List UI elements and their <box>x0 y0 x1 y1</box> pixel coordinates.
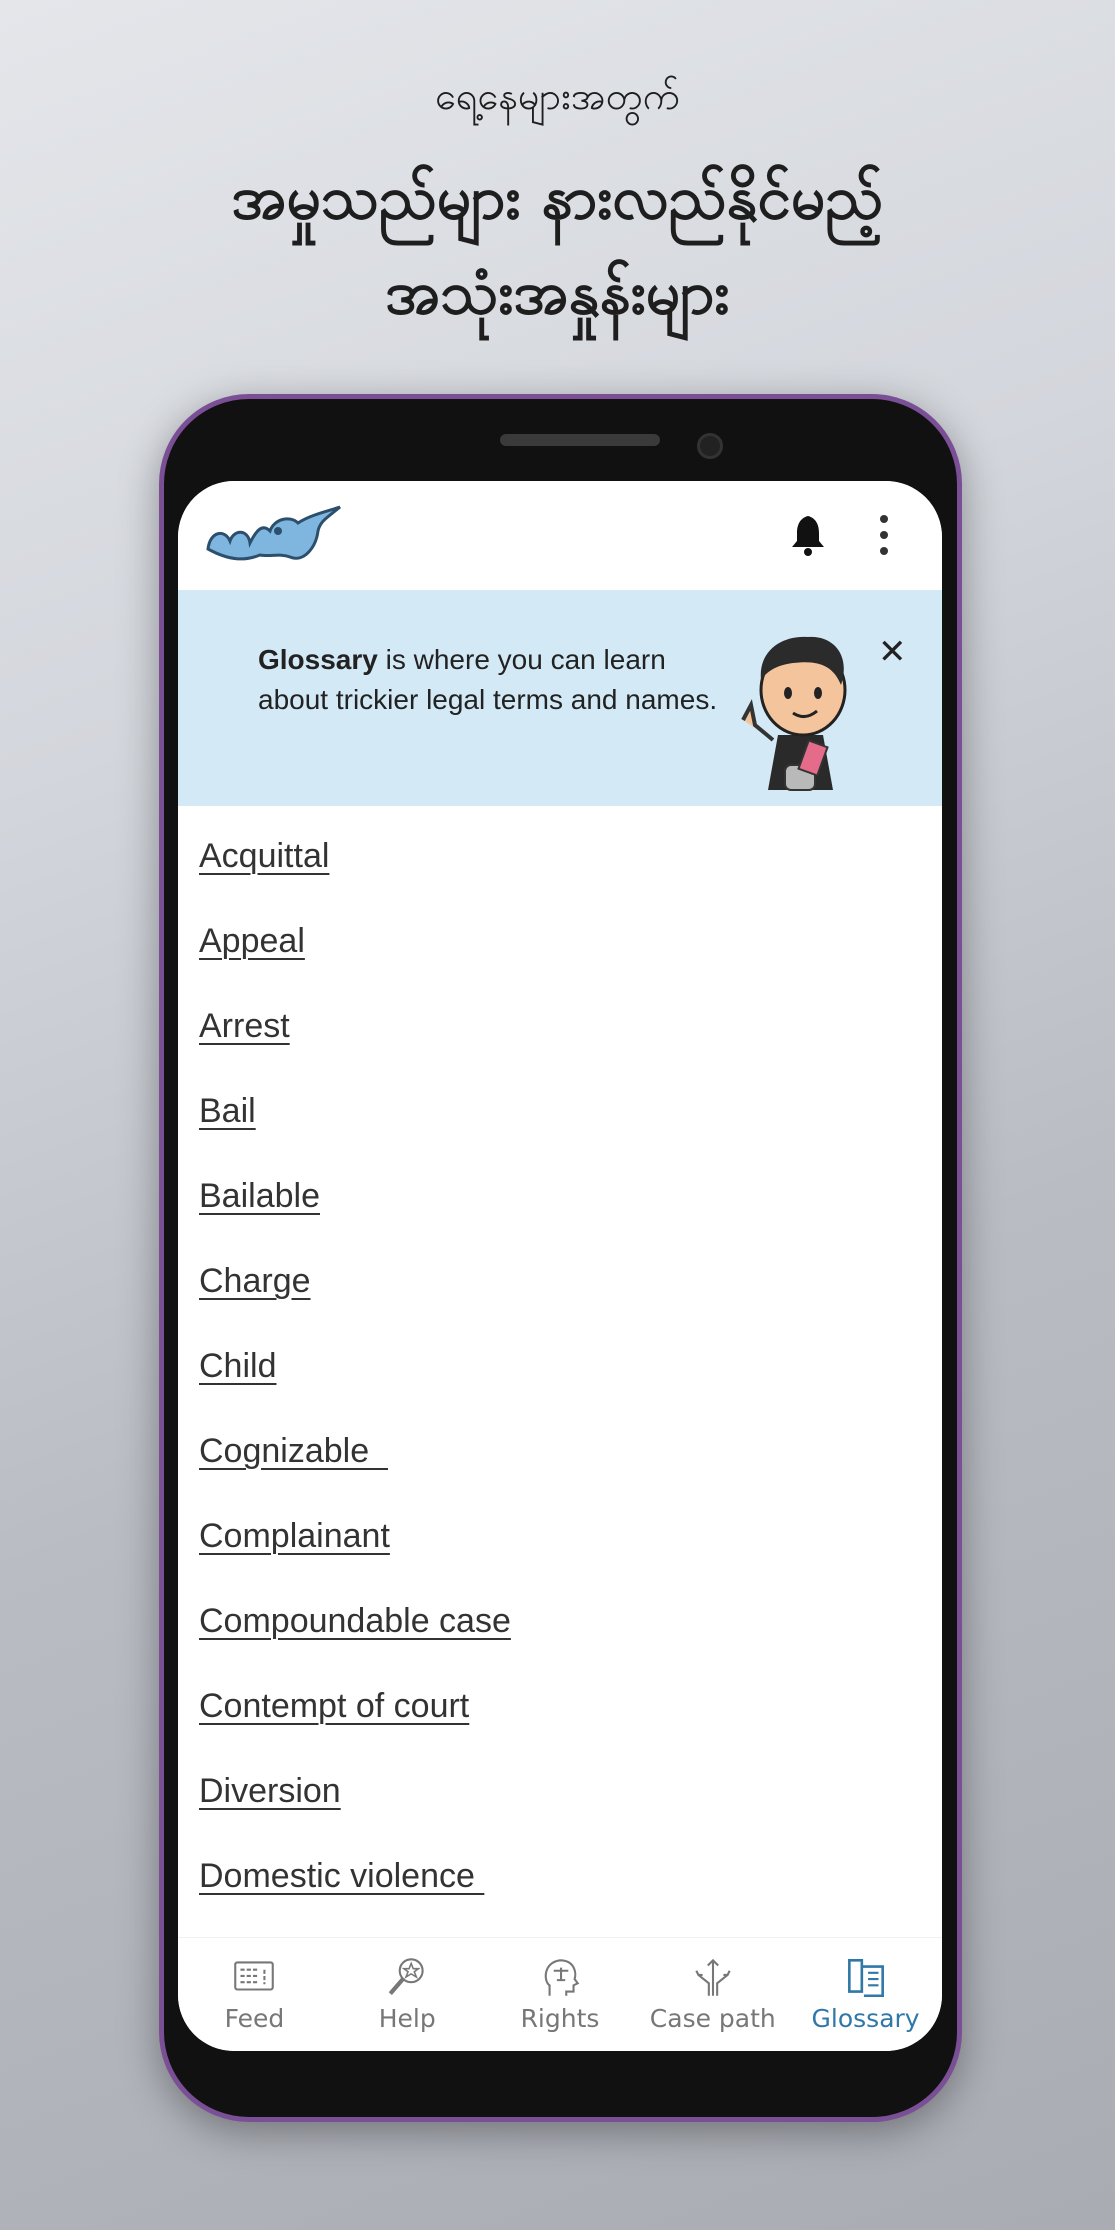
nav-tab-label: Rights <box>520 2004 600 2033</box>
more-options-icon[interactable] <box>878 513 890 557</box>
banner-text: Glossary is where you can learn about tr… <box>258 640 718 720</box>
nav-tab-feed[interactable]: Feed <box>178 1938 331 2051</box>
nav-tab-label: Feed <box>224 2004 285 2033</box>
glossary-term-link[interactable]: Bailable <box>199 1171 919 1256</box>
feed-icon <box>234 1961 275 1991</box>
glossary-term-link[interactable]: Bail <box>199 1086 919 1171</box>
headline-line-1: ရေ့နေများအတွက် <box>435 74 680 118</box>
nav-tab-help[interactable]: Help <box>331 1938 484 2051</box>
book-icon <box>847 1959 884 1998</box>
nav-tab-rights[interactable]: Rights <box>484 1938 637 2051</box>
close-banner-button[interactable]: ✕ <box>878 632 907 672</box>
glossary-term-link[interactable]: Contempt of court <box>199 1681 919 1766</box>
glossary-term-link[interactable]: Arrest <box>199 1001 919 1086</box>
app-screen: Glossary is where you can learn about tr… <box>178 481 942 2051</box>
bell-icon[interactable] <box>788 513 828 557</box>
app-logo <box>206 505 341 561</box>
app-header <box>178 481 942 590</box>
glossary-term-link[interactable]: Complainant <box>199 1511 919 1596</box>
nav-tab-label: Case path <box>649 2004 776 2033</box>
speaker-grille <box>500 434 660 446</box>
glossary-term-link[interactable]: Domestic violence <box>199 1851 919 1936</box>
bottom-nav: Feed Help Rights Case path Glossary <box>178 1937 942 2051</box>
info-banner: Glossary is where you can learn about tr… <box>178 590 942 806</box>
glossary-term-link[interactable]: Charge <box>199 1256 919 1341</box>
glossary-term-link[interactable]: Compoundable case <box>199 1596 919 1681</box>
nav-tab-label: Help <box>378 2004 436 2033</box>
nav-tab-label: Glossary <box>811 2004 920 2033</box>
magnifier-star-icon <box>388 1958 424 1996</box>
nav-tab-case-path[interactable]: Case path <box>636 1938 789 2051</box>
glossary-term-link[interactable]: Acquittal <box>199 831 919 916</box>
glossary-list: Acquittal Appeal Arrest Bail Bailable Charge C… <box>199 831 919 1936</box>
nav-tab-glossary[interactable]: Glossary <box>789 1938 942 2051</box>
front-camera <box>697 433 723 459</box>
glossary-term-link[interactable]: Diversion <box>199 1766 919 1851</box>
headline-line-2: အမှုသည်များ နားလည်နိုင်မည့် <box>231 163 884 233</box>
head-scales-icon <box>544 1959 580 1996</box>
banner-bold: Glossary <box>258 644 378 675</box>
glossary-term-link[interactable]: Child <box>199 1341 919 1426</box>
mascot-illustration <box>741 636 847 791</box>
headline-line-3: အသုံးအနှုန်းများ <box>385 258 730 328</box>
glossary-term-link[interactable]: Appeal <box>199 916 919 1001</box>
split-arrows-icon <box>695 1958 731 1996</box>
glossary-term-link[interactable]: Cognizable <box>199 1426 919 1511</box>
